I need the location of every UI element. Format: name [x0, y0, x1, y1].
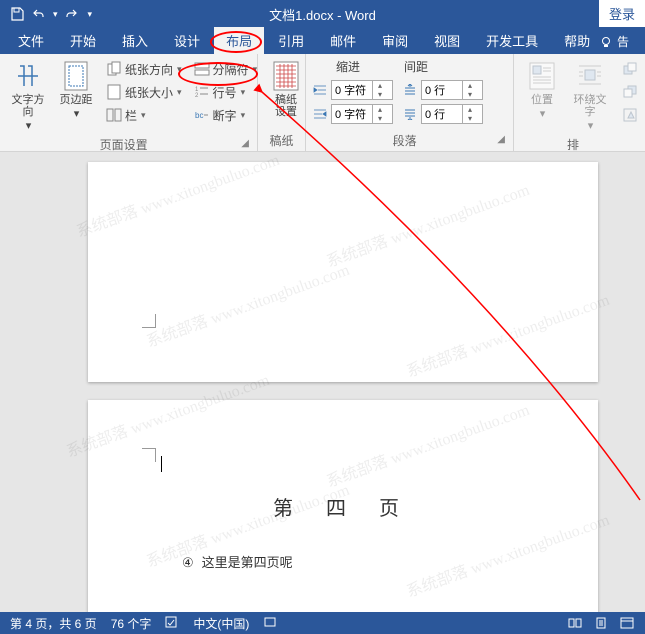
position-icon: [526, 60, 558, 92]
tell-me[interactable]: 告: [591, 29, 637, 54]
status-bar: 第 4 页，共 6 页 76 个字 中文(中国): [0, 612, 645, 634]
page-setup-launcher[interactable]: ◢: [241, 138, 251, 149]
hyphenation-button[interactable]: bc断字▾: [190, 104, 262, 126]
window-title: 文档1.docx - Word: [269, 5, 376, 24]
quick-access-toolbar: ▾ ▾: [0, 5, 92, 23]
text-direction-icon: [12, 60, 44, 92]
status-word-count[interactable]: 76 个字: [111, 615, 152, 632]
crop-mark-icon: [136, 442, 156, 462]
size-button[interactable]: 纸张大小▾: [102, 81, 186, 103]
status-page[interactable]: 第 4 页，共 6 页: [10, 615, 97, 632]
login-button[interactable]: 登录: [599, 0, 645, 27]
tab-view[interactable]: 视图: [422, 27, 472, 54]
columns-button[interactable]: 栏▾: [102, 104, 186, 126]
page-3: [88, 162, 598, 382]
group-page-setup: 文字方向▾ 页边距▾ 纸张方向▾ 纸张大小▾ 栏▾ 分隔符▾ 12行号▾ bc断…: [0, 54, 258, 151]
print-layout-icon[interactable]: [593, 615, 609, 631]
paragraph-launcher[interactable]: ◢: [497, 134, 507, 145]
indent-right-input[interactable]: ▴▾: [331, 104, 393, 124]
margins-button[interactable]: 页边距▾: [54, 58, 98, 134]
manuscript-settings-button[interactable]: 稿纸设置: [264, 58, 308, 130]
margins-icon: [60, 60, 92, 92]
tab-references[interactable]: 引用: [266, 27, 316, 54]
orientation-button[interactable]: 纸张方向▾: [102, 58, 186, 80]
line-numbers-button[interactable]: 12行号▾: [190, 81, 262, 103]
spacing-heading: 间距: [404, 58, 428, 75]
status-spell-icon[interactable]: [165, 615, 179, 632]
undo-dropdown-icon[interactable]: ▾: [53, 9, 58, 20]
group-paragraph: 缩进 间距 ▴▾ ▴▾ ▴▾ ▴▾ 段落◢: [306, 54, 514, 151]
wrap-text-button: 环绕文字▾: [568, 58, 612, 134]
status-macro-icon[interactable]: [263, 615, 277, 632]
space-before-icon: [402, 82, 418, 98]
ribbon-tabs: 文件 开始 插入 设计 布局 引用 邮件 审阅 视图 开发工具 帮助 告: [0, 28, 645, 54]
text-cursor: [161, 456, 162, 472]
page-heading: 第 四 页: [273, 492, 413, 521]
space-after-icon: [402, 106, 418, 122]
status-language[interactable]: 中文(中国): [193, 615, 249, 632]
bulb-icon: [599, 35, 613, 49]
space-before-input[interactable]: ▴▾: [421, 80, 483, 100]
line-numbers-icon: 12: [194, 84, 210, 100]
indent-left-input[interactable]: ▴▾: [331, 80, 393, 100]
spin-down-icon[interactable]: ▾: [373, 90, 387, 99]
breaks-icon: [194, 61, 210, 77]
indent-heading: 缩进: [336, 58, 360, 75]
breaks-button[interactable]: 分隔符▾: [190, 58, 262, 80]
group-arrange: 位置▾ 环绕文字▾ 排: [514, 54, 632, 151]
tab-layout[interactable]: 布局: [214, 27, 264, 54]
tell-me-label: 告: [617, 33, 629, 50]
wrap-icon: [574, 60, 606, 92]
group-label-paragraph: 段落: [312, 130, 497, 149]
indent-left-icon: [312, 82, 328, 98]
spin-up-icon[interactable]: ▴: [373, 81, 387, 90]
page-4: 第 四 页 ④这里是第四页呢: [88, 400, 598, 612]
position-button: 位置▾: [520, 58, 564, 134]
indent-right-icon: [312, 106, 328, 122]
save-icon[interactable]: [8, 5, 26, 23]
group-label-manuscript: 稿纸: [264, 130, 299, 149]
page-body-text: ④这里是第四页呢: [182, 552, 293, 571]
read-mode-icon[interactable]: [567, 615, 583, 631]
web-layout-icon[interactable]: [619, 615, 635, 631]
crop-mark-icon: [136, 314, 156, 334]
tab-review[interactable]: 审阅: [370, 27, 420, 54]
qat-customize-icon[interactable]: ▾: [88, 9, 93, 20]
send-backward-icon: [618, 81, 642, 103]
size-icon: [106, 84, 122, 100]
tab-home[interactable]: 开始: [58, 27, 108, 54]
group-label-arrange: 排: [520, 134, 626, 153]
undo-icon[interactable]: [30, 5, 48, 23]
bring-forward-icon: [618, 58, 642, 80]
tab-mailings[interactable]: 邮件: [318, 27, 368, 54]
view-buttons: [567, 615, 635, 631]
svg-text:bc: bc: [195, 111, 203, 120]
manuscript-icon: [270, 60, 302, 92]
group-manuscript: 稿纸设置 稿纸: [258, 54, 306, 151]
tab-insert[interactable]: 插入: [110, 27, 160, 54]
svg-text:2: 2: [195, 93, 199, 99]
hyphenation-icon: bc: [194, 107, 210, 123]
title-bar: ▾ ▾ 文档1.docx - Word 登录: [0, 0, 645, 28]
redo-icon[interactable]: [62, 5, 80, 23]
columns-icon: [106, 107, 122, 123]
document-area[interactable]: 第 四 页 ④这里是第四页呢 系统部落 www.xitongbuluo.com …: [0, 152, 645, 612]
ribbon: 文字方向▾ 页边距▾ 纸张方向▾ 纸张大小▾ 栏▾ 分隔符▾ 12行号▾ bc断…: [0, 54, 645, 152]
list-marker: ④: [182, 555, 194, 571]
tab-developer[interactable]: 开发工具: [474, 27, 550, 54]
orientation-icon: [106, 61, 122, 77]
text-direction-button[interactable]: 文字方向▾: [6, 58, 50, 134]
selection-pane-icon: [618, 104, 642, 126]
tab-file[interactable]: 文件: [6, 27, 56, 54]
tab-design[interactable]: 设计: [162, 27, 212, 54]
group-label-page-setup: 页面设置: [6, 134, 241, 153]
space-after-input[interactable]: ▴▾: [421, 104, 483, 124]
